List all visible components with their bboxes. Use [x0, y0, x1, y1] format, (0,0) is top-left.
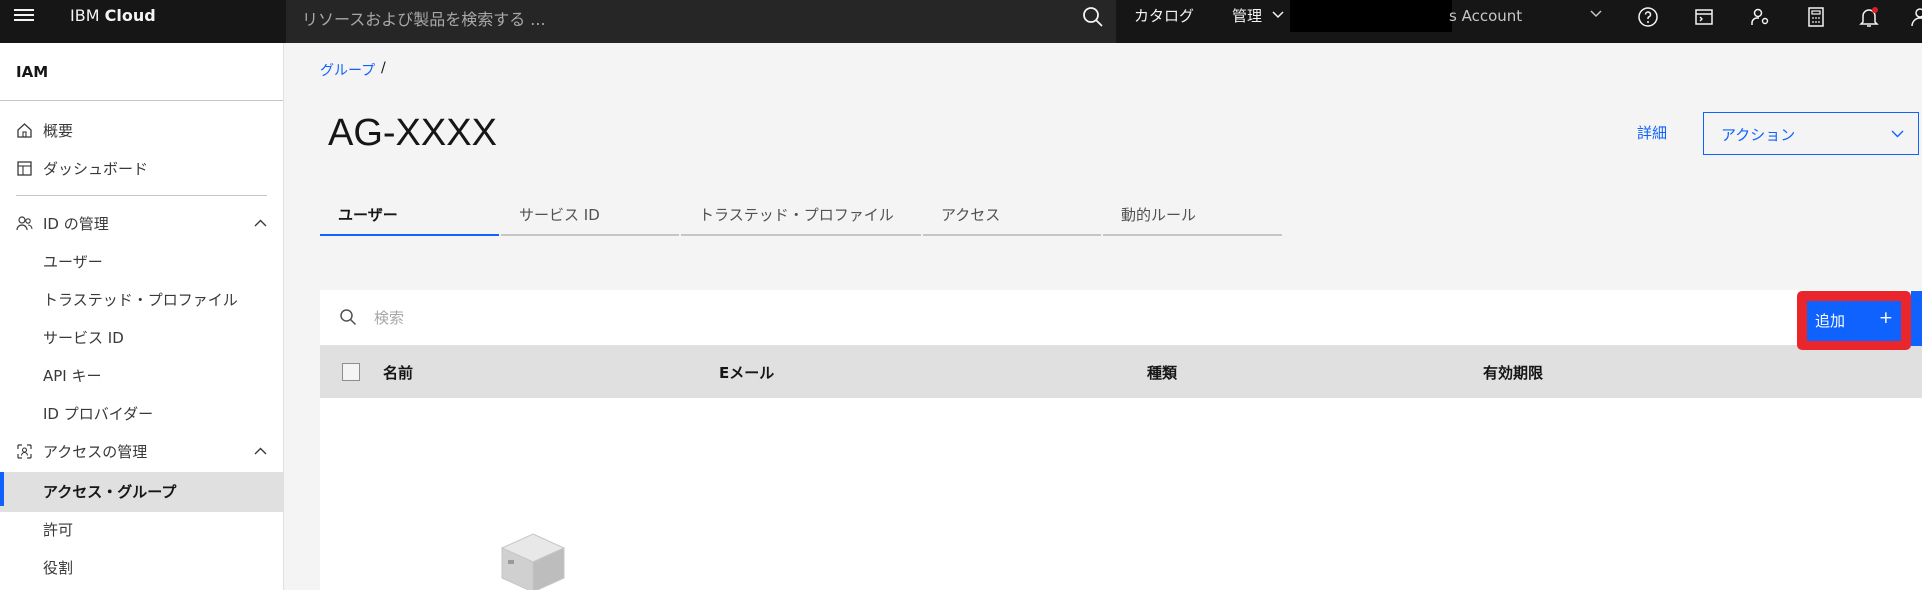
details-link[interactable]: 詳細 [1637, 122, 1667, 143]
brand-name: Cloud [104, 6, 156, 25]
user-access-icon[interactable] [1748, 5, 1772, 29]
cloud-shell-icon[interactable] [1692, 5, 1716, 29]
tab-service-ids[interactable]: サービス ID [501, 200, 679, 236]
table-search-input[interactable]: 検索 [320, 290, 1922, 345]
cost-estimator-icon[interactable] [1804, 5, 1828, 29]
sidebar-item-label: 概要 [43, 122, 74, 140]
sidebar-item-label: API キー [43, 367, 102, 385]
breadcrumb-separator: / [381, 60, 386, 76]
sidebar-item-label: ID プロバイダー [43, 405, 154, 423]
brand-prefix: IBM [70, 6, 100, 25]
toolbar-edge [1911, 291, 1922, 346]
empty-state-box-icon [500, 533, 566, 590]
sidebar-item-label: トラステッド・プロファイル [43, 291, 238, 309]
actions-dropdown[interactable]: アクション [1703, 112, 1919, 155]
add-icon: + [1878, 308, 1893, 328]
sidebar-item-label: アクセスの管理 [43, 443, 148, 461]
access-icon [17, 444, 32, 459]
sidebar-item-api-keys[interactable]: API キー [0, 358, 283, 392]
sidebar-item-access-management[interactable]: アクセスの管理 [0, 434, 283, 468]
sidebar-item-roles[interactable]: 役割 [0, 550, 283, 584]
sidebar-item-label: サービス ID [43, 329, 124, 347]
sidebar-divider [16, 195, 267, 196]
sidebar-item-label: 役割 [43, 559, 74, 577]
tab-trusted-profiles[interactable]: トラステッド・プロファイル [681, 200, 921, 236]
notifications-icon[interactable] [1857, 5, 1881, 29]
sidebar-title: IAM [16, 63, 49, 81]
redacted-region [1290, 0, 1452, 32]
breadcrumb-groups-link[interactable]: グループ [320, 60, 375, 80]
sidebar-item-users[interactable]: ユーザー [0, 244, 283, 278]
select-all-checkbox[interactable] [342, 363, 360, 381]
sidebar-item-trusted-profiles[interactable]: トラステッド・プロファイル [0, 282, 283, 316]
actions-dropdown-label: アクション [1721, 126, 1796, 144]
profile-icon[interactable] [1908, 5, 1922, 29]
sidebar-item-label: ID の管理 [43, 215, 109, 233]
tab-label: 動的ルール [1121, 206, 1197, 224]
column-header-name[interactable]: 名前 [383, 362, 413, 383]
add-button-label: 追加 [1815, 312, 1846, 330]
table-search-placeholder: 検索 [374, 309, 405, 327]
tab-dynamic-rules[interactable]: 動的ルール [1103, 200, 1282, 236]
account-switcher[interactable]: s Account [1449, 7, 1522, 25]
account-chevron-down-icon[interactable] [1590, 10, 1602, 18]
sidebar-divider [0, 100, 283, 101]
top-nav-bar: IBM Cloud リソースおよび製品を検索する ... カタログ 管理 s A… [0, 0, 1922, 43]
home-icon [17, 123, 32, 138]
tab-label: アクセス [941, 206, 1001, 224]
sidebar-item-overview[interactable]: 概要 [0, 113, 283, 147]
dashboard-icon [17, 161, 32, 176]
help-icon[interactable] [1636, 5, 1660, 29]
tab-label: トラステッド・プロファイル [699, 206, 894, 224]
sidebar-item-label: アクセス・グループ [43, 483, 177, 501]
menu-icon[interactable] [14, 9, 34, 27]
sidebar: IAM 概要 ダッシュボード ID の管理 ユーザー トラステッド・プロファイル… [0, 43, 284, 590]
user-group-icon [16, 216, 33, 231]
add-button[interactable]: 追加 + [1807, 301, 1901, 341]
chevron-up-icon[interactable] [254, 219, 267, 227]
manage-menu[interactable]: 管理 [1232, 5, 1262, 26]
tab-label: サービス ID [519, 206, 600, 224]
chevron-up-icon[interactable] [254, 447, 267, 455]
search-icon[interactable] [1082, 6, 1104, 28]
sidebar-item-dashboard[interactable]: ダッシュボード [0, 151, 283, 185]
chevron-down-icon [1891, 130, 1904, 138]
column-header-type[interactable]: 種類 [1147, 362, 1177, 383]
tab-access[interactable]: アクセス [923, 200, 1101, 236]
global-search-placeholder: リソースおよび製品を検索する ... [302, 10, 546, 29]
sidebar-item-access-groups[interactable]: アクセス・グループ [0, 472, 283, 512]
sidebar-item-service-ids[interactable]: サービス ID [0, 320, 283, 354]
search-icon [340, 309, 357, 326]
sidebar-item-label: ユーザー [43, 253, 103, 271]
sidebar-item-authorizations[interactable]: 許可 [0, 512, 283, 546]
sidebar-item-label: 許可 [43, 521, 74, 539]
column-header-expiration[interactable]: 有効期限 [1483, 362, 1543, 383]
brand-logo[interactable]: IBM Cloud [70, 6, 156, 25]
table-header: 名前 Eメール 種類 有効期限 [320, 345, 1922, 398]
sidebar-item-label: ダッシュボード [43, 160, 149, 178]
tab-users[interactable]: ユーザー [320, 200, 499, 236]
global-search-input[interactable]: リソースおよび製品を検索する ... [286, 0, 1116, 43]
catalog-link[interactable]: カタログ [1134, 5, 1194, 26]
page-title: AG-XXXX [328, 112, 497, 154]
column-header-email[interactable]: Eメール [719, 362, 774, 383]
tab-label: ユーザー [338, 206, 398, 224]
sidebar-item-identity-providers[interactable]: ID プロバイダー [0, 396, 283, 430]
manage-chevron-down-icon [1272, 11, 1284, 19]
sidebar-item-identity-management[interactable]: ID の管理 [0, 206, 283, 240]
